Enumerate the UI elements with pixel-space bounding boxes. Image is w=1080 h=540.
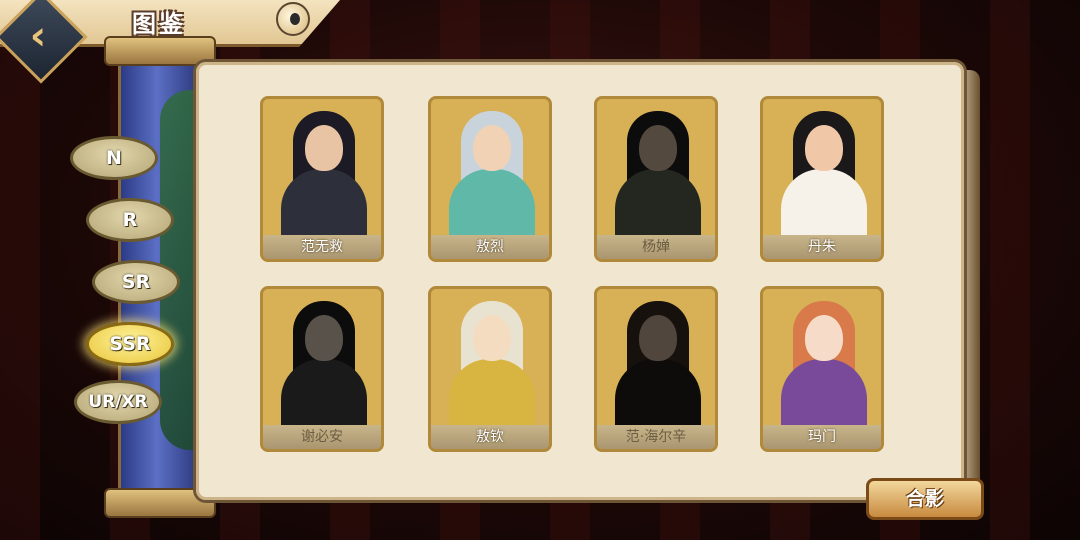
character-name: 范无救 [263,235,381,259]
portrait-face [305,125,343,171]
card-corner-ornament [763,99,785,121]
character-name: 敖烈 [431,235,549,259]
card-corner-ornament [431,289,453,311]
character-card[interactable]: 丹朱 [760,96,884,262]
card-corner-ornament [597,289,619,311]
group-photo-button[interactable]: 合影 [866,478,984,520]
character-card[interactable]: 敖钦 [428,286,552,452]
portrait-body [615,359,701,429]
portrait-face [805,315,843,361]
rarity-tab-n[interactable]: N [70,136,158,180]
chevron-left-icon[interactable]: ‹ [16,14,60,58]
character-name: 丹朱 [763,235,881,259]
eye-orb-icon [276,2,310,36]
character-name: 杨婵 [597,235,715,259]
portrait-body [281,359,367,429]
rarity-tab-ur-xr[interactable]: UR/XR [74,380,162,424]
character-card[interactable]: 敖烈 [428,96,552,262]
card-corner-ornament [763,289,785,311]
character-card[interactable]: 玛门 [760,286,884,452]
card-corner-ornament [431,99,453,121]
card-corner-ornament [597,99,619,121]
character-name: 范·海尔辛 [597,425,715,449]
character-card[interactable]: 范无救 [260,96,384,262]
portrait-face [639,125,677,171]
portrait-body [615,169,701,239]
portrait-body [281,169,367,239]
portrait-face [473,125,511,171]
card-corner-ornament [263,289,285,311]
portrait-body [449,359,535,429]
character-name: 敖钦 [431,425,549,449]
portrait-face [305,315,343,361]
character-card[interactable]: 杨婵 [594,96,718,262]
character-name: 玛门 [763,425,881,449]
rarity-tab-sr[interactable]: SR [92,260,180,304]
portrait-face [639,315,677,361]
card-corner-ornament [263,99,285,121]
character-name: 谢必安 [263,425,381,449]
rarity-tab-ssr[interactable]: SSR [86,322,174,366]
rarity-tab-r[interactable]: R [86,198,174,242]
portrait-body [449,169,535,239]
portrait-face [805,125,843,171]
portrait-body [781,359,867,429]
character-card[interactable]: 谢必安 [260,286,384,452]
portrait-body [781,169,867,239]
character-card[interactable]: 范·海尔辛 [594,286,718,452]
portrait-face [473,315,511,361]
scroll-cap-top [104,36,216,66]
page-title: 图鉴 [132,10,186,38]
